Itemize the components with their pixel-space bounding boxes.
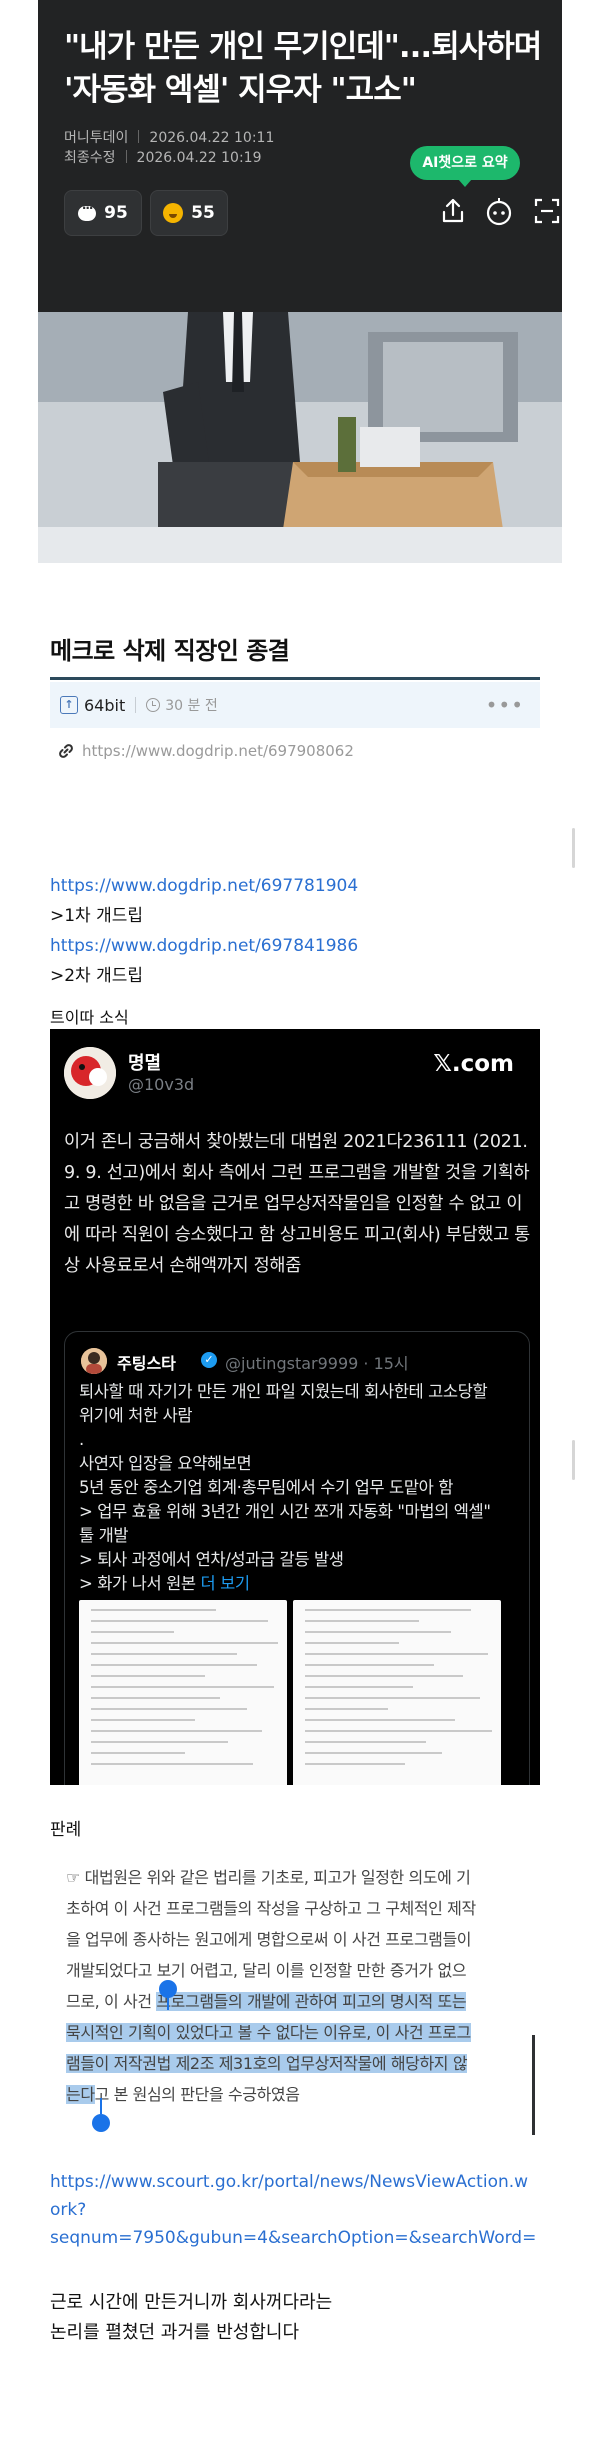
selection-end-handle[interactable] xyxy=(92,2098,110,2132)
article-photo xyxy=(38,312,562,563)
ruling-quote: ☞ 대법원은 위와 같은 법리를 기초로, 피고가 일정한 의도에 기 초하여 … xyxy=(66,1862,536,2110)
attached-document-image[interactable] xyxy=(79,1600,287,1785)
post-time: 30 분 전 xyxy=(146,695,218,715)
scan-icon[interactable] xyxy=(532,196,562,226)
link-first-post[interactable]: https://www.dogdrip.net/697781904 xyxy=(50,874,358,898)
link-second-post[interactable]: https://www.dogdrip.net/697841986 xyxy=(50,934,358,958)
scrollbar-thumb[interactable] xyxy=(572,1440,575,1480)
scrollbar-thumb[interactable] xyxy=(572,828,575,868)
post-info-bar: ↑ 64bit 30 분 전 ••• xyxy=(50,682,540,728)
show-more-link[interactable]: 더 보기 xyxy=(201,1574,251,1593)
news-headline: "내가 만든 개인 무기인데"...퇴사하며 '자동화 엑셀' 지우자 "고소" xyxy=(64,26,554,112)
share-icon[interactable] xyxy=(438,196,468,226)
ruling-section-label: 판례 xyxy=(50,1820,82,1840)
headline-line-2: '자동화 엑셀' 지우자 "고소" xyxy=(64,72,417,108)
quoted-author-handle: @jutingstar9999 · 15시 xyxy=(225,1354,409,1373)
publisher-name: 머니투데이 xyxy=(64,130,129,146)
selected-text: 묵시적인 기획이 있었다고 볼 수 없다는 이유로, 이 사건 프로그 xyxy=(66,2023,471,2042)
time-ago: 30 분 전 xyxy=(165,698,218,714)
source-url-line[interactable]: https://www.scourt.go.kr/portal/news/New… xyxy=(50,2168,550,2196)
source-url-line[interactable]: ork? xyxy=(50,2196,550,2224)
ai-summary-button[interactable]: AI챗으로 요약 xyxy=(410,146,520,187)
reaction-count: 55 xyxy=(191,203,215,223)
quoted-line: 5년 동안 중소기업 회계·총무팀에서 수기 업무 도맡아 함 xyxy=(79,1478,454,1497)
ruling-line: 초하여 이 사건 프로그램들의 작성을 구상하고 그 구체적인 제작 xyxy=(66,1899,476,1918)
tweet-screenshot: 명멸 @10v3d 𝕏.com 이거 존니 궁금해서 찾아봤는데 대법원 202… xyxy=(50,1029,540,1785)
tweet-text: 이거 존니 궁금해서 찾아봤는데 대법원 2021다236111 (2021. … xyxy=(64,1132,530,1276)
tweet-author-name: 명멸 xyxy=(128,1053,162,1074)
permalink[interactable]: https://www.dogdrip.net/697908062 xyxy=(58,742,354,760)
comment-count: 95 xyxy=(104,203,128,223)
more-options-icon[interactable]: ••• xyxy=(486,695,524,715)
quoted-line: > 퇴사 과정에서 연차/성과급 갈등 발생 xyxy=(79,1550,344,1569)
permalink-url[interactable]: https://www.dogdrip.net/697908062 xyxy=(82,742,354,760)
closing-line: 논리를 펼쳤던 과거를 반성합니다 xyxy=(50,2322,300,2343)
comments-button[interactable]: 95 xyxy=(64,190,142,236)
ai-robot-icon[interactable] xyxy=(484,196,514,226)
selection-start-handle[interactable] xyxy=(159,1980,177,2010)
ruling-line: 는다고 본 원심의 판단을 수긍하였음 xyxy=(66,2079,536,2110)
headline-line-1: "내가 만든 개인 무기인데"...퇴사하며 xyxy=(64,29,542,65)
verified-badge-icon: ✓ xyxy=(201,1352,217,1368)
quoted-line-text: > 화가 나서 원본 xyxy=(79,1574,196,1593)
ruling-line: 램들이 저작권법 제2조 제31호의 업무상저작물에 해당하지 않 xyxy=(66,2048,536,2079)
info-divider xyxy=(135,697,137,713)
quoted-line: 툴 개발 xyxy=(79,1526,129,1545)
twitter-section-label: 트이따 소식 xyxy=(50,1008,129,1027)
selected-text: 프로그램들의 개발에 관하여 피고의 명시적 또는 xyxy=(156,1992,467,2011)
quoted-line-last: > 화가 나서 원본 더 보기 xyxy=(79,1572,519,1596)
x-logo-icon: 𝕏.com xyxy=(433,1051,514,1077)
quoted-tweet: 주팅스타 ✓ @jutingstar9999 · 15시 퇴사할 때 자기가 만… xyxy=(64,1331,530,1785)
modified-date: 2026.04.22 10:19 xyxy=(136,150,262,166)
ruling-line: 을 업무에 종사하는 원고에게 명합으로써 이 사건 프로그램들이 xyxy=(66,1930,472,1949)
quoted-avatar xyxy=(81,1348,107,1374)
scrollbar-thumb[interactable] xyxy=(532,2035,535,2135)
ruling-text: 고 본 원심의 판단을 수긍하였음 xyxy=(94,2085,300,2104)
quoted-tweet-text: 퇴사할 때 자기가 만든 개인 파일 지웠는데 회사한테 고소당할 위기에 처한… xyxy=(79,1380,519,1596)
tweet-avatar xyxy=(64,1047,116,1099)
modified-label: 최종수정 xyxy=(64,150,116,166)
attached-document-image[interactable] xyxy=(293,1600,501,1785)
post-title: 메크로 삭제 직장인 종결 xyxy=(50,637,290,665)
quoted-line: 위기에 처한 사람 xyxy=(79,1406,193,1425)
first-post-note: >1차 개드립 xyxy=(50,906,144,926)
quoted-line: > 업무 효율 위해 3년간 개인 시간 쪼개 자동화 "마법의 엑셀" xyxy=(79,1502,491,1521)
quoted-author-name: 주팅스타 xyxy=(117,1354,176,1373)
ruling-line: ☞ 대법원은 위와 같은 법리를 기초로, 피고가 일정한 의도에 기 xyxy=(66,1868,471,1887)
modified-row: 최종수정 2026.04.22 10:19 xyxy=(64,148,262,168)
closing-remark: 근로 시간에 만든거니까 회사꺼다라는 논리를 펼쳤던 과거를 반성합니다 xyxy=(50,2288,332,2348)
published-date: 2026.04.22 10:11 xyxy=(149,130,275,146)
reaction-emoji-icon xyxy=(163,203,184,223)
publisher-row: 머니투데이 2026.04.22 10:11 xyxy=(64,128,274,148)
ruling-line: 므로, 이 사건 프로그램들의 개발에 관하여 피고의 명시적 또는 xyxy=(66,1986,536,2017)
tweet-author-handle: @10v3d xyxy=(128,1075,195,1094)
reactions-button[interactable]: 55 xyxy=(150,190,228,236)
comment-bubble-icon xyxy=(78,201,97,221)
source-url-line[interactable]: seqnum=7950&gubun=4&searchOption=&search… xyxy=(50,2224,550,2252)
link-icon xyxy=(59,744,73,758)
selected-text: 는다 xyxy=(66,2085,95,2104)
second-post-note: >2차 개드립 xyxy=(50,966,144,986)
ruling-text: 므로, 이 사건 xyxy=(66,1992,157,2011)
quoted-line: 사연자 입장을 요약해보면 xyxy=(79,1454,252,1473)
selected-text: 램들이 저작권법 제2조 제31호의 업무상저작물에 해당하지 않 xyxy=(66,2054,468,2073)
ruling-line: 묵시적인 기획이 있었다고 볼 수 없다는 이유로, 이 사건 프로그 xyxy=(66,2017,536,2048)
title-divider xyxy=(50,677,540,680)
source-link[interactable]: https://www.scourt.go.kr/portal/news/New… xyxy=(50,2168,550,2252)
closing-line: 근로 시간에 만든거니까 회사꺼다라는 xyxy=(50,2292,333,2313)
ruling-line: 개발되었다고 보기 어렵고, 달리 이를 인정할 만한 증거가 없으 xyxy=(66,1961,467,1980)
news-card[interactable]: "내가 만든 개인 무기인데"...퇴사하며 '자동화 엑셀' 지우자 "고소"… xyxy=(38,0,562,563)
author-name[interactable]: 64bit xyxy=(84,696,125,715)
clock-icon xyxy=(146,698,161,712)
quoted-line: 퇴사할 때 자기가 만든 개인 파일 지웠는데 회사한테 고소당할 xyxy=(79,1382,488,1401)
user-level-icon: ↑ xyxy=(60,696,78,714)
quoted-line: . xyxy=(79,1430,84,1449)
